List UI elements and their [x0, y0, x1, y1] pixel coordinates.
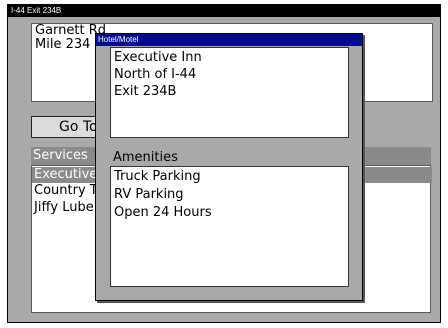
- amenity-item: Open 24 Hours: [114, 205, 212, 220]
- hotel-location: North of I-44: [114, 67, 197, 82]
- amenities-label: Amenities: [113, 150, 178, 165]
- amenity-item: RV Parking: [114, 187, 184, 202]
- amenity-item: Truck Parking: [114, 169, 201, 184]
- hotel-info-box: Executive Inn North of I-44 Exit 234B: [110, 47, 349, 138]
- amenities-list[interactable]: Truck Parking RV Parking Open 24 Hours: [110, 166, 349, 287]
- hotel-name: Executive Inn: [114, 50, 202, 65]
- service-item[interactable]: Country T: [34, 183, 98, 199]
- hotel-exit: Exit 234B: [114, 84, 177, 99]
- service-item[interactable]: Jiffy Lube: [34, 200, 94, 216]
- window-title: I-44 Exit 234B: [8, 5, 440, 17]
- dialog-title: Hotel/Motel: [96, 34, 362, 46]
